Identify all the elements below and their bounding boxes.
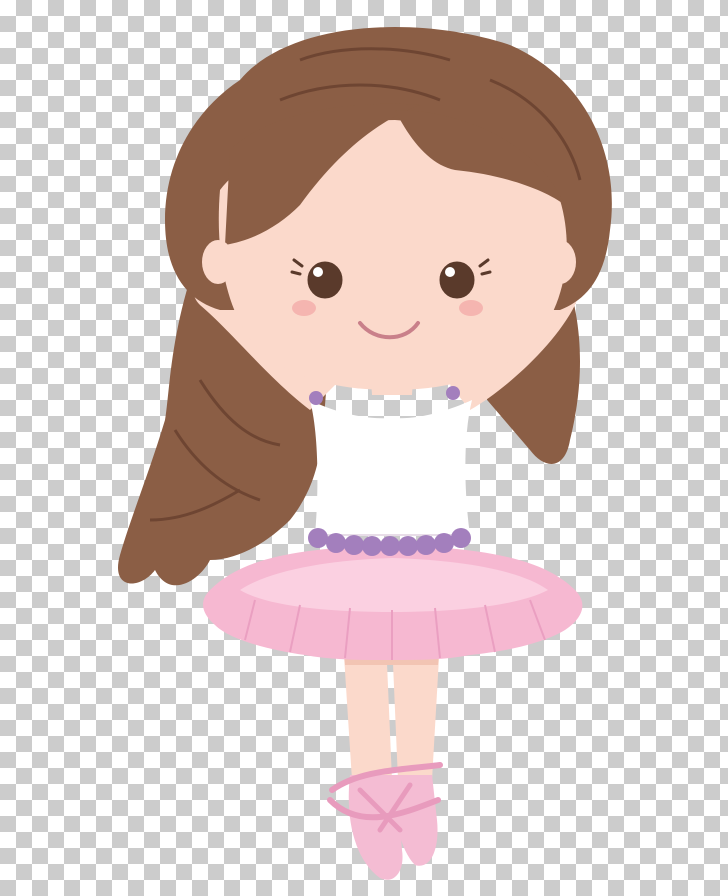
leotard [309, 386, 472, 536]
legs [343, 640, 440, 780]
ballerina-illustration [0, 0, 728, 896]
ballet-shoes [327, 762, 443, 880]
ballerina-svg [118, 27, 612, 880]
face [218, 103, 567, 390]
tutu [203, 545, 583, 660]
